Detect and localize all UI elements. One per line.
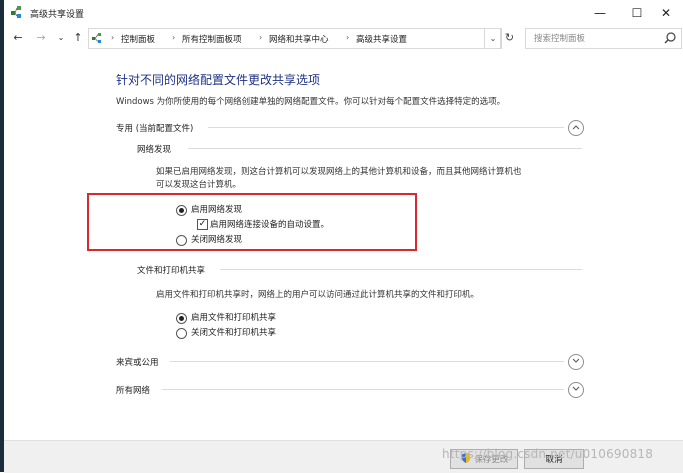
control-panel-icon <box>92 33 101 43</box>
address-bar[interactable]: › 控制面板 › 所有控制面板项 › 网络和共享中心 › 高级共享设置 <box>88 28 501 49</box>
desktop-edge <box>0 0 4 472</box>
breadcrumb-separator-icon: › <box>111 33 115 42</box>
network-discovery-divider <box>188 148 582 149</box>
enable-network-discovery-label[interactable]: 启用网络发现 <box>191 203 242 215</box>
auto-setup-label[interactable]: 启用网络连接设备的自动设置。 <box>210 218 329 230</box>
radio-enable-file-printer-sharing[interactable] <box>176 313 187 324</box>
radio-disable-file-printer-sharing[interactable] <box>176 328 187 339</box>
search-input[interactable] <box>532 29 666 48</box>
back-arrow-icon[interactable]: ← <box>11 30 25 46</box>
page-title: 针对不同的网络配置文件更改共享选项 <box>116 73 321 87</box>
up-arrow-icon[interactable]: ↑ <box>71 30 85 46</box>
expand-chevron-icon[interactable] <box>568 382 584 398</box>
breadcrumb-separator-icon: › <box>346 33 350 42</box>
disable-file-printer-sharing-label[interactable]: 关闭文件和打印机共享 <box>191 326 276 338</box>
breadcrumb-control-panel[interactable]: 控制面板 <box>121 33 155 45</box>
checkbox-auto-setup[interactable]: ✓ <box>197 219 208 230</box>
close-button[interactable]: ✕ <box>649 0 683 26</box>
radio-disable-network-discovery[interactable] <box>176 235 187 246</box>
refresh-icon[interactable]: ↻ <box>500 28 519 47</box>
search-box[interactable] <box>525 28 682 49</box>
file-printer-sharing-divider <box>220 269 582 270</box>
collapse-chevron-icon[interactable] <box>568 120 584 136</box>
search-icon[interactable] <box>663 31 677 45</box>
file-printer-sharing-description: 启用文件和打印机共享时，网络上的用户可以访问通过此计算机共享的文件和打印机。 <box>156 290 480 300</box>
network-sharing-icon <box>11 6 21 18</box>
network-discovery-title: 网络发现 <box>137 145 172 155</box>
profile-private-divider <box>208 127 564 128</box>
enable-file-printer-sharing-label[interactable]: 启用文件和打印机共享 <box>191 311 276 323</box>
profile-private-label[interactable]: 专用 (当前配置文件) <box>116 122 193 134</box>
breadcrumb-advanced-sharing[interactable]: 高级共享设置 <box>356 33 407 45</box>
page-description: Windows 为你所使用的每个网络创建单独的网络配置文件。你可以针对每个配置文… <box>116 97 506 107</box>
network-discovery-description: 如果已启用网络发现，则这台计算机可以发现网络上的其他计算机和设备，而且其他网络计… <box>156 167 522 190</box>
title-bar[interactable] <box>4 0 683 26</box>
profile-all-networks-divider <box>162 389 564 390</box>
breadcrumb-separator-icon: › <box>172 33 176 42</box>
profile-all-networks-label[interactable]: 所有网络 <box>116 384 150 396</box>
breadcrumb-separator-icon: › <box>259 33 263 42</box>
breadcrumb-all-items[interactable]: 所有控制面板项 <box>182 33 242 45</box>
profile-guest-divider <box>170 361 564 362</box>
radio-enable-network-discovery[interactable] <box>176 205 187 216</box>
expand-chevron-icon[interactable] <box>568 354 584 370</box>
recent-locations-chevron-icon[interactable]: ⌄ <box>54 30 68 46</box>
disable-network-discovery-label[interactable]: 关闭网络发现 <box>191 233 242 245</box>
file-printer-sharing-title: 文件和打印机共享 <box>137 266 206 276</box>
watermark: https://blog.csdn.net/u010690818 <box>442 447 654 461</box>
profile-guest-label[interactable]: 来宾或公用 <box>116 356 159 368</box>
forward-arrow-icon[interactable]: → <box>34 30 48 46</box>
breadcrumb-network-center[interactable]: 网络和共享中心 <box>269 33 329 45</box>
minimize-button[interactable]: — <box>583 0 617 26</box>
window-title: 高级共享设置 <box>30 10 85 20</box>
